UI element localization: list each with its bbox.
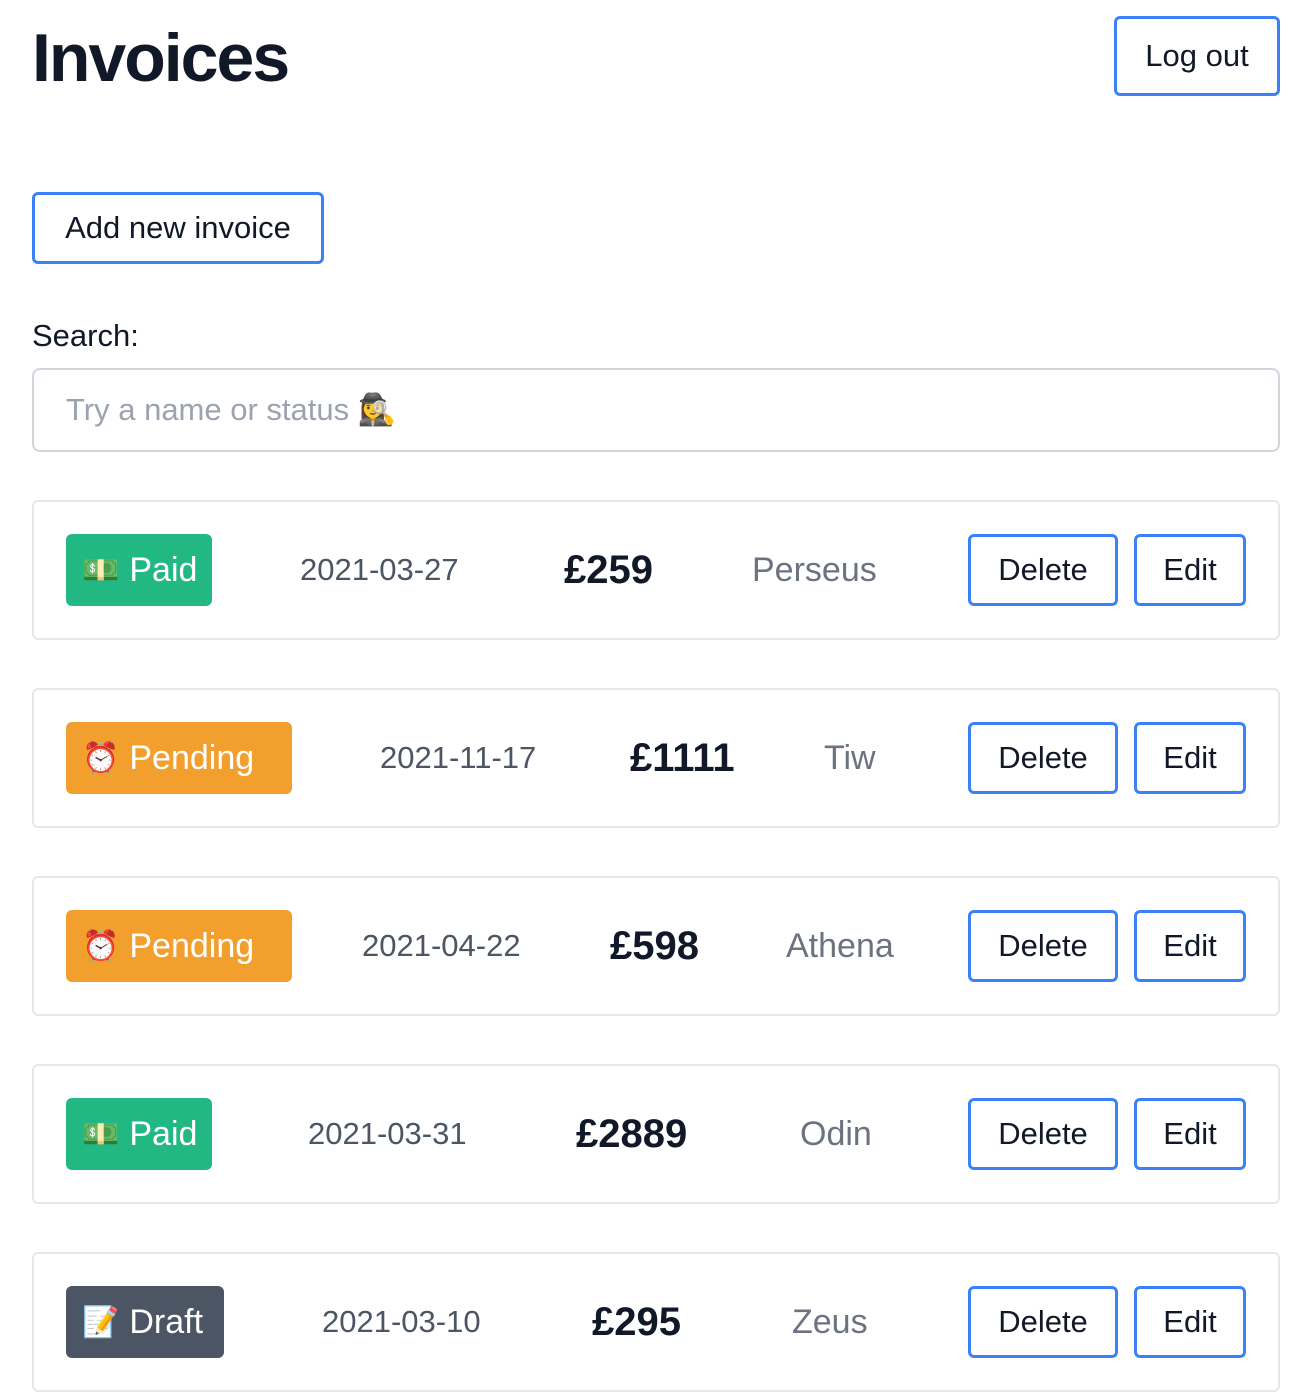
invoice-client: Athena — [786, 926, 894, 965]
delete-invoice-button[interactable]: Delete — [968, 910, 1118, 982]
invoice-amount: £295 — [592, 1299, 681, 1344]
invoices-page: Invoices Log out Add new invoice Search:… — [0, 0, 1312, 1392]
invoice-card: 📝 Draft 2021-03-10 £295 Zeus Delete Edit — [32, 1252, 1280, 1392]
invoice-date: 2021-03-27 — [300, 552, 459, 587]
page-title: Invoices — [32, 20, 290, 96]
search-field — [32, 368, 1280, 452]
alarm-clock-icon: ⏰ — [82, 741, 120, 775]
edit-invoice-button[interactable]: Edit — [1134, 910, 1246, 982]
invoice-client: Odin — [800, 1114, 872, 1153]
status-badge: ⏰ Pending — [66, 722, 292, 794]
edit-invoice-button[interactable]: Edit — [1134, 1286, 1246, 1358]
invoice-date: 2021-11-17 — [380, 740, 537, 775]
invoice-client: Zeus — [792, 1302, 868, 1341]
status-label: Paid — [129, 1114, 198, 1153]
delete-invoice-button[interactable]: Delete — [968, 534, 1118, 606]
status-label: Pending — [129, 926, 255, 965]
status-label: Draft — [129, 1302, 204, 1341]
status-label: Paid — [129, 550, 198, 589]
edit-invoice-button[interactable]: Edit — [1134, 1098, 1246, 1170]
delete-invoice-button[interactable]: Delete — [968, 1098, 1118, 1170]
search-input[interactable] — [34, 370, 1278, 450]
logout-button[interactable]: Log out — [1114, 16, 1280, 96]
edit-invoice-button[interactable]: Edit — [1134, 722, 1246, 794]
delete-invoice-button[interactable]: Delete — [968, 722, 1118, 794]
invoice-card: 💵 Paid 2021-03-31 £2889 Odin Delete Edit — [32, 1064, 1280, 1204]
invoice-date: 2021-03-10 — [322, 1304, 481, 1339]
status-badge: 📝 Draft — [66, 1286, 224, 1358]
invoice-date: 2021-03-31 — [308, 1116, 467, 1151]
money-icon: 💵 — [82, 553, 120, 587]
status-badge: 💵 Paid — [66, 534, 212, 606]
invoice-amount: £259 — [564, 547, 653, 592]
invoice-client: Perseus — [752, 550, 877, 589]
status-badge: ⏰ Pending — [66, 910, 292, 982]
delete-invoice-button[interactable]: Delete — [968, 1286, 1118, 1358]
invoice-amount: £1111 — [630, 735, 735, 780]
memo-icon: 📝 — [82, 1305, 120, 1339]
status-label: Pending — [129, 738, 255, 777]
invoice-card: 💵 Paid 2021-03-27 £259 Perseus Delete Ed… — [32, 500, 1280, 640]
invoice-card: ⏰ Pending 2021-11-17 £1111 Tiw Delete Ed… — [32, 688, 1280, 828]
status-badge: 💵 Paid — [66, 1098, 212, 1170]
alarm-clock-icon: ⏰ — [82, 929, 120, 963]
edit-invoice-button[interactable]: Edit — [1134, 534, 1246, 606]
money-icon: 💵 — [82, 1117, 120, 1151]
invoice-amount: £598 — [610, 923, 699, 968]
invoice-date: 2021-04-22 — [362, 928, 521, 963]
invoice-amount: £2889 — [576, 1111, 688, 1156]
add-invoice-button[interactable]: Add new invoice — [32, 192, 324, 264]
invoice-card: ⏰ Pending 2021-04-22 £598 Athena Delete … — [32, 876, 1280, 1016]
search-label: Search: — [32, 318, 139, 353]
invoice-client: Tiw — [824, 738, 876, 777]
